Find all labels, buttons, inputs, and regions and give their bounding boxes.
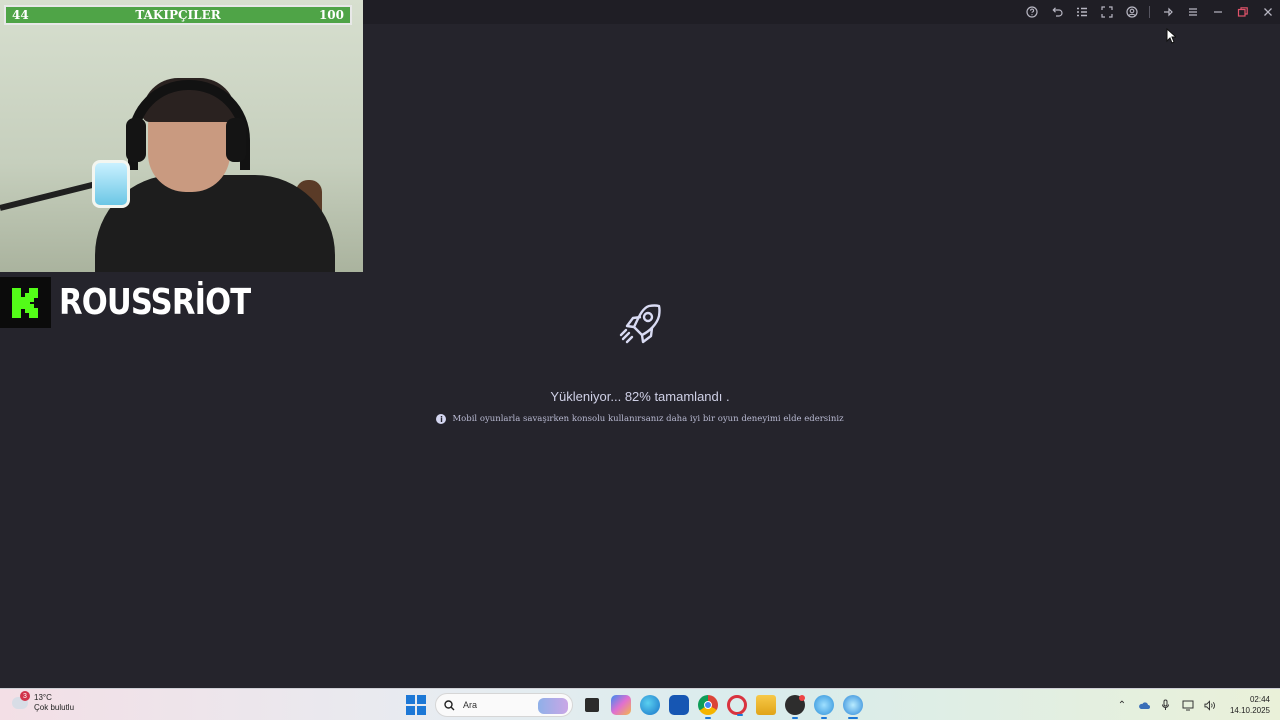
loading-panel: Yükleniyor... 82% tamamlandı . i Mobil o… xyxy=(400,300,880,424)
loading-tip-text: Mobil oyunlarla savaşırken konsolu kulla… xyxy=(452,414,844,424)
info-icon: i xyxy=(436,414,447,424)
edge-icon[interactable] xyxy=(640,695,660,715)
start-button[interactable] xyxy=(406,695,426,715)
taskbar-apps: Ara xyxy=(406,692,863,719)
profile-icon[interactable] xyxy=(1119,0,1144,24)
weather-temp: 13°C xyxy=(34,693,52,702)
undo-icon[interactable] xyxy=(1044,0,1069,24)
folder-icon[interactable] xyxy=(756,695,776,715)
active-app-icon[interactable] xyxy=(843,695,863,719)
app-window: 44 TAKIPÇILER 100 ROUSSRİOT Yükleniyor..… xyxy=(0,0,1280,688)
taskbar-search[interactable]: Ara xyxy=(435,693,573,717)
headset-cup-left xyxy=(126,118,146,162)
pin-icon[interactable] xyxy=(1155,0,1180,24)
headset-cup-right xyxy=(226,118,246,162)
clock-date: 14.10.2025 xyxy=(1229,706,1270,715)
rocket-icon xyxy=(619,304,661,344)
minimize-icon[interactable] xyxy=(1205,0,1230,24)
menu-icon[interactable] xyxy=(1180,0,1205,24)
display-icon[interactable] xyxy=(1182,699,1194,711)
mouse-cursor-icon xyxy=(1166,28,1176,44)
kick-logo xyxy=(0,277,51,328)
notification-badge: 3 xyxy=(20,691,30,701)
close-icon[interactable] xyxy=(1255,0,1280,24)
copilot-icon[interactable] xyxy=(611,695,631,715)
follower-goal-bar: 44 TAKIPÇILER 100 xyxy=(4,5,352,25)
microphone-icon[interactable] xyxy=(1160,699,1172,711)
clock-time: 02:44 xyxy=(1249,695,1270,704)
onedrive-icon[interactable] xyxy=(1138,699,1150,711)
title-bar xyxy=(363,0,1280,24)
window-toolbar xyxy=(1019,0,1280,24)
weather-widget[interactable]: 3 13°C Çok bulutlu xyxy=(12,691,75,713)
loading-status: Yükleniyor... 82% tamamlandı . xyxy=(550,389,730,404)
volume-icon[interactable] xyxy=(1204,699,1216,711)
chevron-up-icon[interactable]: ⌃ xyxy=(1116,699,1128,711)
taskbar: 3 13°C Çok bulutlu Ara ⌃ 02:44 14.10.202… xyxy=(0,688,1280,720)
search-highlight-image xyxy=(538,698,568,714)
opera-icon[interactable] xyxy=(727,695,747,716)
webcam-overlay: 44 TAKIPÇILER 100 xyxy=(0,0,363,272)
streamer-tag: ROUSSRİOT xyxy=(0,277,284,328)
weather-condition: Çok bulutlu xyxy=(34,703,75,712)
chrome-icon[interactable] xyxy=(698,695,718,719)
cloud-icon: 3 xyxy=(12,691,30,709)
streamer-name: ROUSSRİOT xyxy=(59,282,251,323)
clock[interactable]: 02:44 14.10.2025 xyxy=(1230,694,1270,716)
fullscreen-icon[interactable] xyxy=(1094,0,1119,24)
app-icon[interactable] xyxy=(785,695,805,719)
file-explorer-icon[interactable] xyxy=(585,698,599,712)
store-icon[interactable] xyxy=(669,695,689,715)
desk-lamp xyxy=(92,160,130,208)
browser-icon[interactable] xyxy=(814,695,834,719)
search-icon xyxy=(444,699,455,710)
follower-goal-title: TAKIPÇILER xyxy=(135,8,221,22)
toolbar-separator xyxy=(1149,6,1150,18)
loading-tip: i Mobil oyunlarla savaşırken konsolu kul… xyxy=(400,414,880,424)
restore-icon[interactable] xyxy=(1230,0,1255,24)
list-icon[interactable] xyxy=(1069,0,1094,24)
system-tray: ⌃ 02:44 14.10.2025 xyxy=(1116,693,1270,717)
streamer-body xyxy=(95,175,335,272)
search-placeholder: Ara xyxy=(463,700,478,710)
help-icon[interactable] xyxy=(1019,0,1044,24)
